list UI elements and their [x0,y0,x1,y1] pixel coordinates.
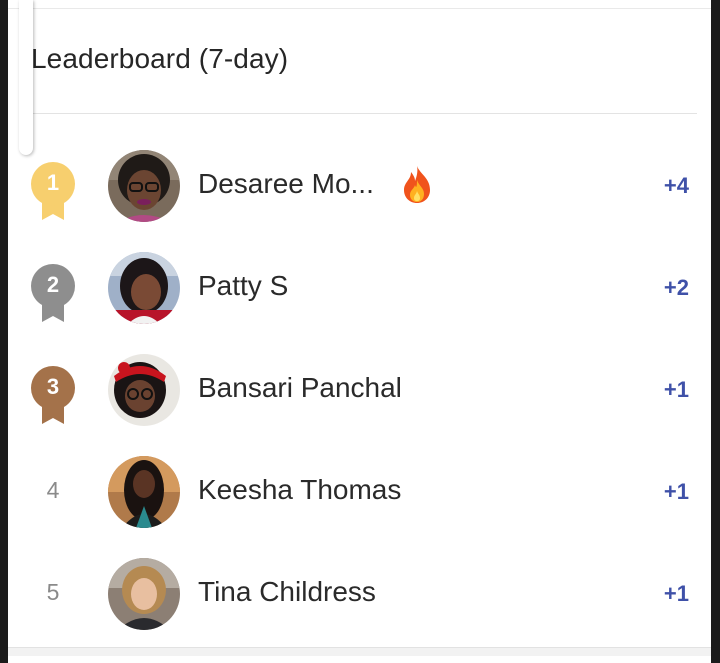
rank-number: 1 [46,170,60,195]
leaderboard-title: Leaderboard (7-day) [31,43,289,74]
leaderboard-row[interactable]: 4 Keesha Thomas +1 [8,452,711,532]
rank-number: 3 [46,374,60,399]
user-name[interactable]: Bansari Panchal [198,372,402,404]
fire-icon [400,164,434,204]
score-value: +2 [663,275,689,300]
leaderboard-row[interactable]: 1 Desaree Mo... +4 [8,146,711,226]
silver-medal-icon: 2 [28,264,78,324]
avatar[interactable] [108,252,180,324]
gold-medal-icon: 1 [28,162,78,222]
screen-edge-left [0,0,8,663]
avatar[interactable] [108,354,180,426]
score-value: +4 [663,173,689,198]
screen-edge-right [711,0,720,663]
avatar[interactable] [108,150,180,222]
user-name[interactable]: Desaree Mo... [198,168,374,200]
user-name[interactable]: Tina Childress [198,576,376,608]
leaderboard-card: Leaderboard (7-day) 1 Desaree Mo... +4 2… [8,8,711,656]
bottom-divider [8,647,711,656]
leaderboard-row[interactable]: 3 Bansari Panchal +1 [8,350,711,430]
score-value: +1 [663,581,689,606]
rank-number: 2 [46,272,60,297]
leaderboard-row[interactable]: 2 Patty S +2 [8,248,711,328]
title-divider [31,113,697,114]
avatar[interactable] [108,558,180,630]
user-name[interactable]: Keesha Thomas [198,474,401,506]
user-name[interactable]: Patty S [198,270,288,302]
scrollbar[interactable] [19,0,33,155]
avatar[interactable] [108,456,180,528]
bronze-medal-icon: 3 [28,366,78,426]
leaderboard-row[interactable]: 5 Tina Childress +1 [8,554,711,634]
rank-number: 5 [46,579,60,605]
score-value: +1 [663,377,689,402]
score-value: +1 [663,479,689,504]
rank-number: 4 [46,477,60,503]
